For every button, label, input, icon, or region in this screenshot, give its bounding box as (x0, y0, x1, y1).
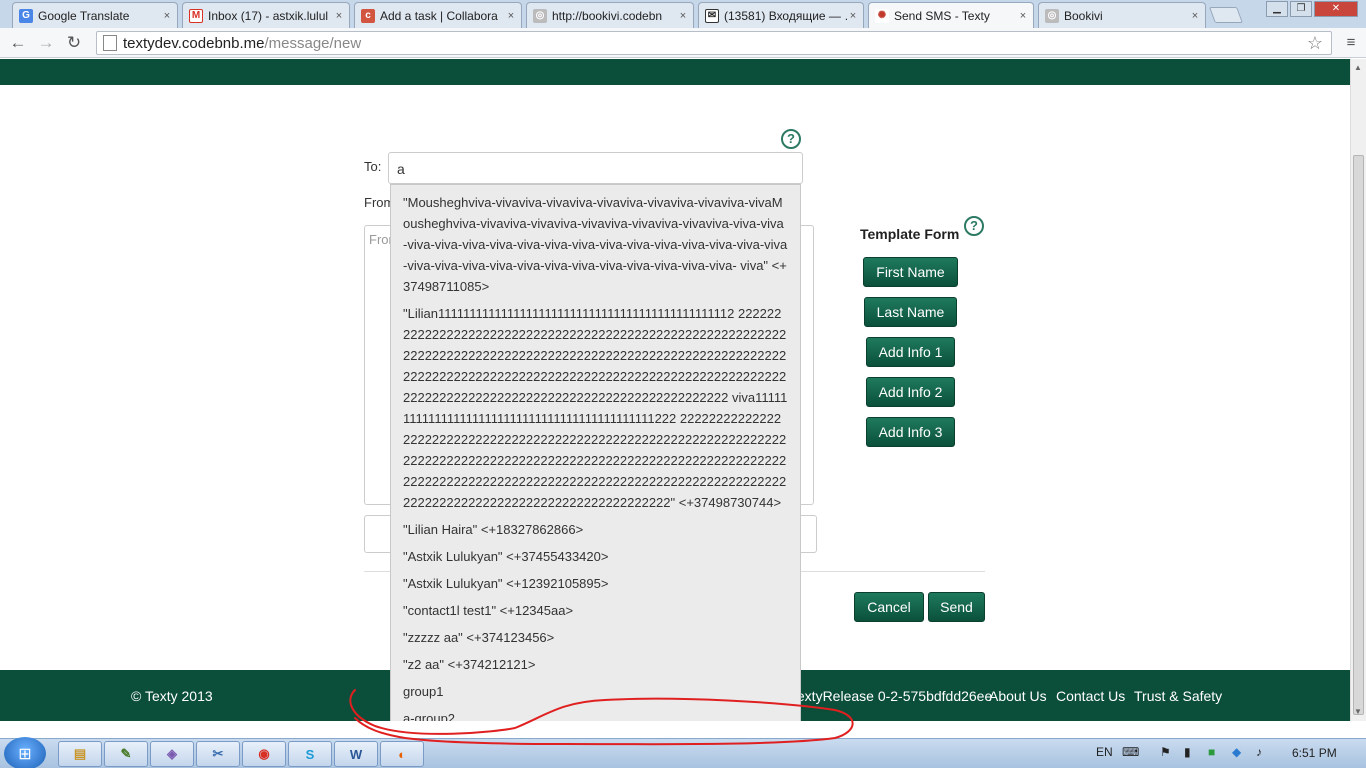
texty-icon: ✺ (875, 8, 889, 23)
chrome-icon[interactable]: ◉ (242, 741, 286, 767)
add-info-3-button[interactable]: Add Info 3 (866, 417, 955, 447)
back-icon[interactable]: ← (8, 33, 28, 53)
page-scrollbar[interactable]: ▲ ▼ (1350, 59, 1366, 721)
autocomplete-option[interactable]: "zzzzz aa" <+374123456> (391, 624, 800, 651)
autocomplete-option[interactable]: "contact1l test1" <+12345aa> (391, 597, 800, 624)
to-label: To: (364, 159, 382, 174)
autocomplete-option[interactable]: "z2 aa" <+374212121> (391, 651, 800, 678)
action-center-icon[interactable]: ⚑ (1160, 745, 1171, 759)
page-icon (103, 35, 117, 51)
maximize-button[interactable]: ❐ (1290, 1, 1312, 17)
close-icon[interactable]: × (1189, 10, 1201, 22)
template-form-title: Template Form (860, 226, 960, 242)
autocomplete-dropdown: "Mousheghviva-vivaviva-vivaviva-vivaviva… (390, 184, 801, 721)
translate-icon: G (19, 8, 33, 23)
cancel-button[interactable]: Cancel (854, 592, 924, 622)
header-band (0, 59, 1350, 85)
add-info-1-button[interactable]: Add Info 1 (866, 337, 955, 367)
tab-bookivi-url[interactable]: ◎ http://bookivi.codebn × (526, 2, 694, 28)
tab-label: Bookivi (1064, 8, 1103, 23)
first-name-button[interactable]: First Name (863, 257, 958, 287)
tab-send-sms[interactable]: ✺ Send SMS - Texty × (868, 2, 1034, 28)
footer-link-contact[interactable]: Contact Us (1056, 688, 1125, 704)
tool-icon[interactable]: ✂ (196, 741, 240, 767)
windows-start-icon[interactable]: ⊞ (4, 737, 46, 768)
tab-inbox[interactable]: M Inbox (17) - astxik.lulul × (182, 2, 350, 28)
explorer-icon[interactable]: ▤ (58, 741, 102, 767)
gmail-icon: M (189, 8, 203, 23)
close-icon[interactable]: × (333, 10, 345, 22)
copyright: © Texty 2013 (131, 688, 213, 704)
url-host: textydev.codebnb.me (123, 34, 265, 52)
to-input[interactable]: a (388, 152, 803, 184)
mail-icon: ✉ (705, 8, 719, 23)
minimize-button[interactable]: ▁ (1266, 1, 1288, 17)
url-path: /message/new (264, 34, 362, 52)
autocomplete-option[interactable]: "Astxik Lulukyan" <+37455433420> (391, 543, 800, 570)
page-icon: ◎ (1045, 8, 1059, 23)
page-viewport: ? To: a From From Template Form ? First … (0, 59, 1350, 721)
close-icon[interactable]: × (1017, 10, 1029, 22)
footer-link-trust[interactable]: Trust & Safety (1134, 688, 1222, 704)
tab-label: Inbox (17) - astxik.lulul (208, 8, 329, 23)
address-bar[interactable]: textydev.codebnb.me/message/new ☆ (96, 31, 1332, 55)
footer-link-about[interactable]: About Us (989, 688, 1047, 704)
app-icon[interactable]: ◈ (150, 741, 194, 767)
clock[interactable]: 6:51 PM (1292, 746, 1337, 760)
dropbox-icon[interactable]: ◆ (1232, 745, 1241, 759)
red-annotation-ellipse (349, 689, 854, 746)
page-icon: ◎ (533, 8, 547, 23)
close-icon[interactable]: × (847, 10, 859, 22)
tab-collabora[interactable]: c Add a task | Collabora × (354, 2, 522, 28)
add-info-2-button[interactable]: Add Info 2 (866, 377, 955, 407)
scroll-down-icon[interactable]: ▼ (1354, 707, 1362, 716)
skype-icon[interactable]: S (288, 741, 332, 767)
help-icon[interactable]: ? (781, 129, 801, 149)
tab-label: (13581) Входящие — … (724, 8, 847, 23)
scroll-thumb[interactable] (1353, 155, 1364, 715)
last-name-button[interactable]: Last Name (864, 297, 957, 327)
notepad-icon[interactable]: ✎ (104, 741, 148, 767)
collabora-icon: c (361, 8, 375, 23)
autocomplete-option[interactable]: "Lilian Haira" <+18327862866> (391, 516, 800, 543)
autocomplete-option[interactable]: "Astxik Lulukyan" <+12392105895> (391, 570, 800, 597)
send-button[interactable]: Send (928, 592, 985, 622)
window-close-button[interactable]: ✕ (1314, 1, 1358, 17)
tab-google-translate[interactable]: G Google Translate × (12, 2, 178, 28)
tab-label: http://bookivi.codebn (552, 8, 663, 23)
close-icon[interactable]: × (161, 10, 173, 22)
scroll-up-icon[interactable]: ▲ (1354, 63, 1362, 72)
browser-toolbar: ← → ↻ textydev.codebnb.me/message/new ☆ (0, 28, 1366, 58)
language-indicator[interactable]: EN (1096, 745, 1113, 759)
reload-icon[interactable]: ↻ (64, 33, 84, 53)
close-icon[interactable]: × (505, 10, 517, 22)
bookmark-star-icon[interactable]: ☆ (1307, 33, 1323, 54)
tab-label: Google Translate (38, 8, 130, 23)
security-icon[interactable]: ■ (1208, 745, 1215, 759)
tab-label: Add a task | Collabora (380, 8, 498, 23)
template-help-icon[interactable]: ? (964, 216, 984, 236)
forward-icon[interactable]: → (36, 33, 56, 53)
autocomplete-option[interactable]: "Lilian111111111111111111111111111111111… (391, 300, 800, 516)
tab-strip: G Google Translate × M Inbox (17) - astx… (0, 0, 1366, 28)
autocomplete-option[interactable]: "Mousheghviva-vivaviva-vivaviva-vivaviva… (391, 185, 800, 300)
tab-label: Send SMS - Texty (894, 8, 990, 23)
close-icon[interactable]: × (677, 10, 689, 22)
new-tab-button[interactable] (1209, 7, 1243, 23)
keyboard-icon[interactable]: ⌨ (1122, 745, 1139, 759)
tab-bookivi[interactable]: ◎ Bookivi × (1038, 2, 1206, 28)
menu-icon[interactable]: ≡ (1342, 34, 1360, 52)
tab-mail[interactable]: ✉ (13581) Входящие — … × (698, 2, 864, 28)
volume-icon[interactable]: ♪ (1256, 745, 1262, 759)
network-icon[interactable]: ▮ (1184, 745, 1191, 759)
